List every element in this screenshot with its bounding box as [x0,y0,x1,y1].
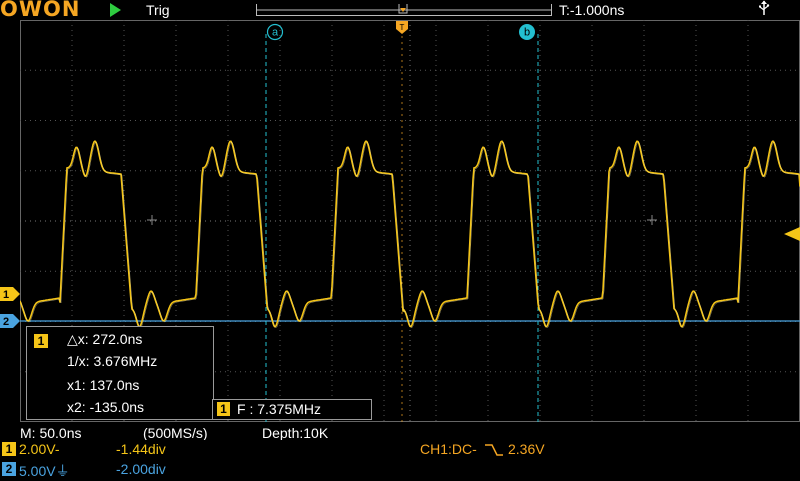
cursor-b-label[interactable]: b [518,23,536,44]
ch1-scale[interactable]: 2.00V- [19,441,59,457]
cursor-a-text: a [272,27,279,39]
ch1-level-marker[interactable]: 1 [0,287,20,306]
memory-depth-value[interactable]: Depth:10K [262,425,328,441]
memory-window-icon [257,4,551,14]
delta-x-value: △x: 272.0ns [67,331,143,347]
x2-value: x2: -135.0ns [67,399,145,415]
frequency-channel-badge: 1 [217,402,230,416]
ch2-badge[interactable]: 2 [2,462,16,476]
cursor-measurement-panel: 1 △x: 272.0ns 1/x: 3.676MHz x1: 137.0ns … [26,326,214,420]
sample-rate-value: (500MS/s) [143,425,208,441]
ch1-trace-persistence [20,141,800,329]
timebase-value[interactable]: M: 50.0ns [20,425,81,441]
trigger-level-marker[interactable] [784,227,800,246]
trigger-marker-text: T [400,23,405,32]
x1-value: x1: 137.0ns [67,377,140,393]
ch1-marker-text: 1 [3,289,9,301]
top-bar: OWON Trig T:-1.000ns [0,0,800,21]
ch1-offset[interactable]: -1.44div [116,441,166,457]
ch2-level-marker[interactable]: 2 [0,314,20,333]
cursor-a-label[interactable]: a [266,23,284,44]
ch2-offset[interactable]: -2.00div [116,461,166,477]
frequency-readout: 1 F : 7.375MHz [212,399,372,420]
memory-position-bar[interactable] [256,4,552,16]
ch2-scale[interactable]: 5.00V⏚ [19,461,70,481]
channel-info-bar: 1 2.00V- -1.44div 2 5.00V⏚ -2.00div CH1:… [0,440,800,480]
measurement-channel-badge: 1 [34,334,48,348]
cursor-b-text: b [524,27,530,39]
trigger-source[interactable]: CH1:DC- [420,441,477,457]
trigger-level[interactable]: 2.36V [508,441,545,457]
trigger-position-marker[interactable]: T [396,21,408,40]
usb-icon [758,0,770,20]
ch1-trace [20,140,800,328]
frequency-value: F : 7.375MHz [237,401,322,417]
ch2-marker-text: 2 [3,316,9,328]
trigger-status: Trig [146,2,170,18]
ch1-badge[interactable]: 1 [2,442,16,456]
play-icon[interactable] [110,3,121,17]
trigger-time: T:-1.000ns [559,2,625,18]
falling-edge-icon [484,443,504,461]
inverse-x-value: 1/x: 3.676MHz [67,353,158,369]
brand-logo: OWON [0,0,81,21]
